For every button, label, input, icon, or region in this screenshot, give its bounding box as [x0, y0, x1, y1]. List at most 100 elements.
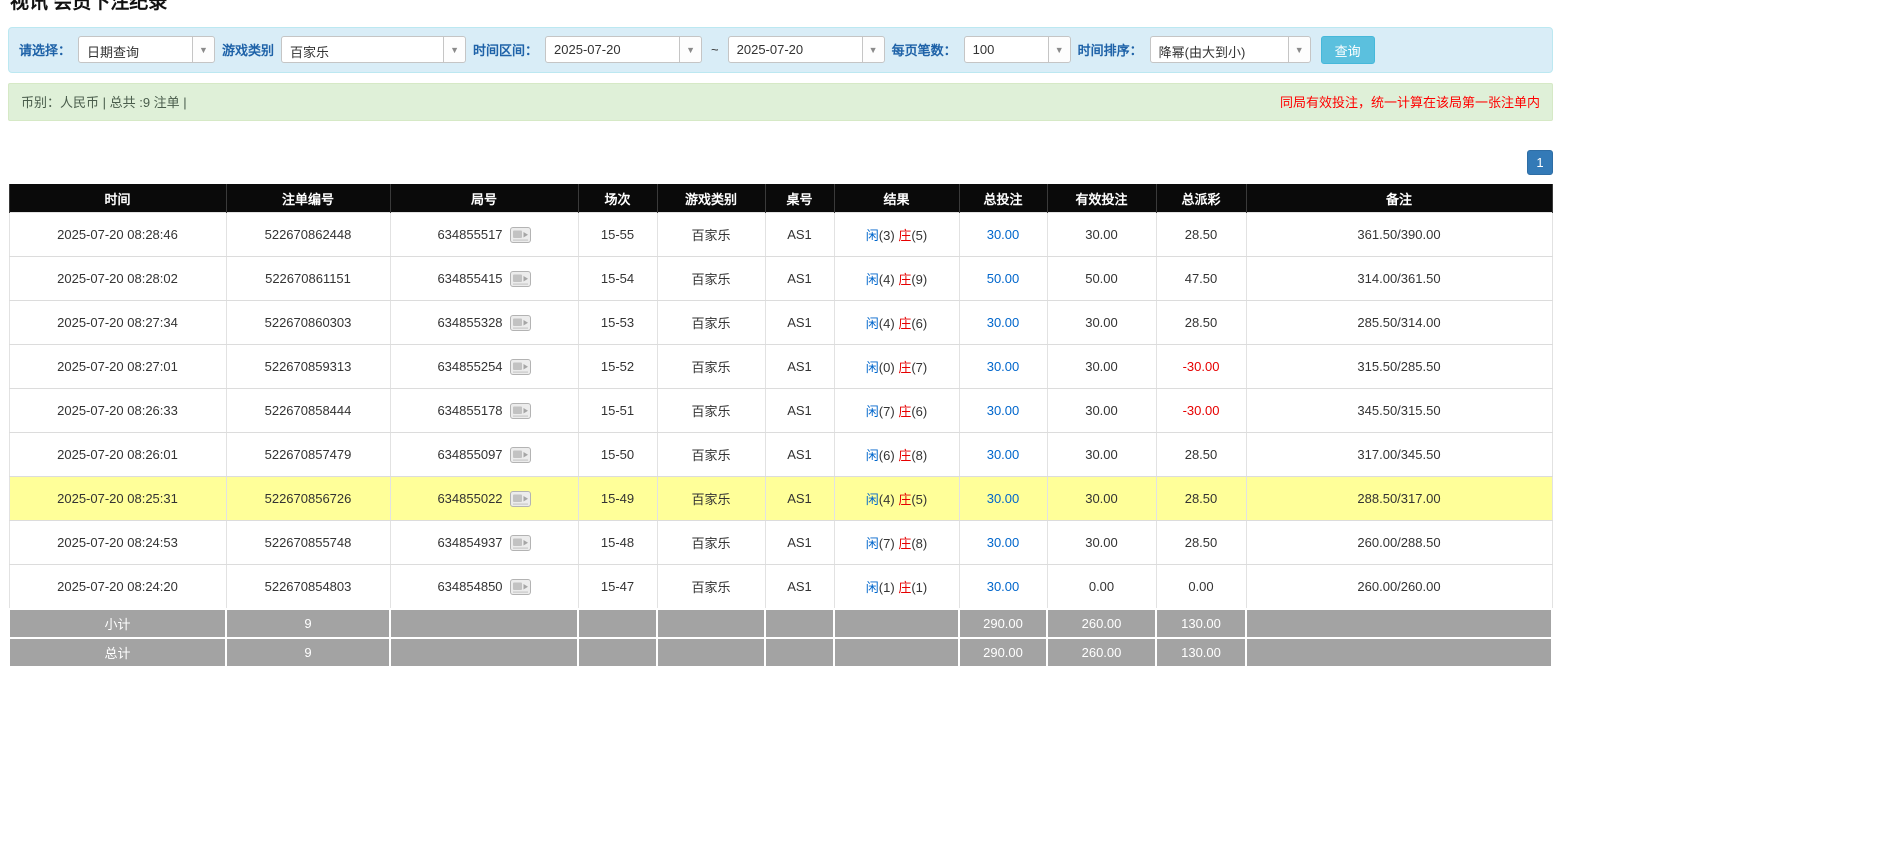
- banker-result-label: 庄: [898, 536, 911, 551]
- table-no-cell: AS1: [765, 477, 834, 521]
- table-row[interactable]: 2025-07-20 08:24:53 522670855748 6348549…: [9, 521, 1552, 565]
- total-bet-cell: 30.00: [959, 389, 1047, 433]
- chevron-down-icon[interactable]: ▼: [679, 37, 701, 62]
- banker-result-label: 庄: [898, 404, 911, 419]
- session-cell: 15-48: [578, 521, 657, 565]
- header-bet-id: 注单编号: [226, 184, 390, 213]
- bet-id-cell: 522670854803: [226, 565, 390, 609]
- video-icon[interactable]: [510, 359, 531, 375]
- table-no-cell: AS1: [765, 433, 834, 477]
- note-cell: 361.50/390.00: [1246, 213, 1552, 257]
- game-type-cell: 百家乐: [657, 389, 765, 433]
- search-button[interactable]: 查询: [1321, 36, 1375, 64]
- table-row[interactable]: 2025-07-20 08:28:46 522670862448 6348555…: [9, 213, 1552, 257]
- payout-value: -30.00: [1183, 359, 1220, 374]
- total-bet-link[interactable]: 30.00: [987, 491, 1020, 506]
- player-result-score: (4): [879, 272, 895, 287]
- game-type-cell: 百家乐: [657, 565, 765, 609]
- total-bet-link[interactable]: 50.00: [987, 271, 1020, 286]
- player-result-label: 闲: [866, 448, 879, 463]
- player-result-score: (7): [879, 536, 895, 551]
- payout-value: 28.50: [1185, 535, 1218, 550]
- video-icon[interactable]: [510, 535, 531, 551]
- session-cell: 15-52: [578, 345, 657, 389]
- page-1-button[interactable]: 1: [1527, 150, 1553, 175]
- total-bet-link[interactable]: 30.00: [987, 579, 1020, 594]
- total-bet-cell: 30.00: [959, 477, 1047, 521]
- round-id: 634855178: [437, 403, 502, 418]
- payout-value: 0.00: [1188, 579, 1213, 594]
- video-icon[interactable]: [510, 227, 531, 243]
- result-cell: 闲(3) 庄(5): [834, 213, 959, 257]
- table-row[interactable]: 2025-07-20 08:28:02 522670861151 6348554…: [9, 257, 1552, 301]
- header-game-type: 游戏类别: [657, 184, 765, 213]
- round-cell: 634855254: [390, 345, 578, 389]
- chevron-down-icon[interactable]: ▼: [192, 37, 214, 62]
- table-row[interactable]: 2025-07-20 08:24:20 522670854803 6348548…: [9, 565, 1552, 609]
- empty-cell: [834, 609, 959, 638]
- table-row[interactable]: 2025-07-20 08:27:34 522670860303 6348553…: [9, 301, 1552, 345]
- date-to-value: 2025-07-20: [729, 37, 862, 62]
- video-icon[interactable]: [510, 403, 531, 419]
- payout-cell: 28.50: [1156, 521, 1246, 565]
- round-id: 634854937: [437, 535, 502, 550]
- currency-total-text: 币别：人民币 | 总共 :9 注单 |: [21, 92, 187, 111]
- valid-bet-cell: 50.00: [1047, 257, 1156, 301]
- query-type-dropdown[interactable]: 日期查询 ▼: [78, 36, 215, 63]
- note-cell: 345.50/315.50: [1246, 389, 1552, 433]
- query-type-value: 日期查询: [79, 37, 192, 62]
- banker-result-label: 庄: [898, 228, 911, 243]
- total-bet-cell: 30.00: [959, 301, 1047, 345]
- per-page-dropdown[interactable]: 100 ▼: [964, 36, 1071, 63]
- date-from-dropdown[interactable]: 2025-07-20 ▼: [545, 36, 702, 63]
- chevron-down-icon[interactable]: ▼: [862, 37, 884, 62]
- video-icon[interactable]: [510, 579, 531, 595]
- header-note: 备注: [1246, 184, 1552, 213]
- result-cell: 闲(4) 庄(9): [834, 257, 959, 301]
- chevron-down-icon[interactable]: ▼: [1288, 37, 1310, 62]
- table-row[interactable]: 2025-07-20 08:25:31 522670856726 6348550…: [9, 477, 1552, 521]
- time-range-label: 时间区间：: [473, 40, 538, 59]
- game-type-cell: 百家乐: [657, 521, 765, 565]
- table-row[interactable]: 2025-07-20 08:26:33 522670858444 6348551…: [9, 389, 1552, 433]
- total-bet-link[interactable]: 30.00: [987, 535, 1020, 550]
- player-result-score: (6): [879, 448, 895, 463]
- sort-order-dropdown[interactable]: 降幂(由大到小) ▼: [1150, 36, 1311, 63]
- player-result-score: (4): [879, 316, 895, 331]
- header-table-no: 桌号: [765, 184, 834, 213]
- note-cell: 315.50/285.50: [1246, 345, 1552, 389]
- table-row[interactable]: 2025-07-20 08:27:01 522670859313 6348552…: [9, 345, 1552, 389]
- table-row[interactable]: 2025-07-20 08:26:01 522670857479 6348550…: [9, 433, 1552, 477]
- page-title: 视讯 会员下注纪录: [10, 0, 1553, 14]
- round-id: 634855097: [437, 447, 502, 462]
- total-bet-link[interactable]: 30.00: [987, 403, 1020, 418]
- video-icon[interactable]: [510, 315, 531, 331]
- bet-id-cell: 522670862448: [226, 213, 390, 257]
- game-type-dropdown[interactable]: 百家乐 ▼: [281, 36, 466, 63]
- game-type-cell: 百家乐: [657, 301, 765, 345]
- chevron-down-icon[interactable]: ▼: [443, 37, 465, 62]
- game-type-cell: 百家乐: [657, 213, 765, 257]
- video-icon[interactable]: [510, 491, 531, 507]
- player-result-label: 闲: [866, 580, 879, 595]
- chevron-down-icon[interactable]: ▼: [1048, 37, 1070, 62]
- total-bet-link[interactable]: 30.00: [987, 227, 1020, 242]
- total-bet-link[interactable]: 30.00: [987, 315, 1020, 330]
- date-to-dropdown[interactable]: 2025-07-20 ▼: [728, 36, 885, 63]
- payout-value: 47.50: [1185, 271, 1218, 286]
- banker-result-score: (6): [911, 316, 927, 331]
- video-icon[interactable]: [510, 447, 531, 463]
- empty-cell: [657, 638, 765, 667]
- table-header-row: 时间 注单编号 局号 场次 游戏类别 桌号 结果 总投注 有效投注 总派彩 备注: [9, 184, 1552, 213]
- total-label: 总计: [9, 638, 226, 667]
- session-cell: 15-49: [578, 477, 657, 521]
- video-icon[interactable]: [510, 271, 531, 287]
- banker-result-score: (8): [911, 536, 927, 551]
- bet-id-cell: 522670860303: [226, 301, 390, 345]
- note-cell: 288.50/317.00: [1246, 477, 1552, 521]
- time-cell: 2025-07-20 08:27:01: [9, 345, 226, 389]
- time-cell: 2025-07-20 08:24:53: [9, 521, 226, 565]
- total-bet-link[interactable]: 30.00: [987, 447, 1020, 462]
- total-bet-link[interactable]: 30.00: [987, 359, 1020, 374]
- time-cell: 2025-07-20 08:28:02: [9, 257, 226, 301]
